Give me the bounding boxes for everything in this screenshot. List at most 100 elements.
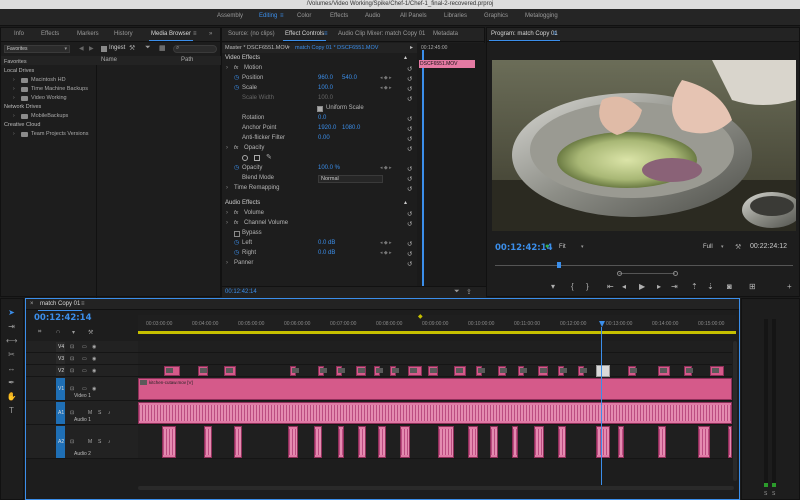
reset-icon[interactable]: ↺	[407, 75, 412, 83]
lock-icon[interactable]: ⊡	[70, 410, 74, 416]
mini-clip[interactable]: DSCF6551.MOV	[419, 60, 475, 68]
audio-clip[interactable]	[558, 426, 566, 458]
chevron-right-icon[interactable]: ›	[226, 185, 228, 191]
playhead-line[interactable]	[422, 50, 424, 298]
panel-menu-icon[interactable]: ≡	[81, 301, 85, 307]
reset-icon[interactable]: ↺	[407, 220, 412, 228]
track-header[interactable]: A1 ⊡ M S ♪ Audio 1	[26, 401, 138, 425]
effect-row[interactable]: ◷ Opacity 100.0 % ◂ ◆ ▸ ↺	[222, 165, 417, 175]
effect-row[interactable]: Anchor Point 1920.0 1080.0 ↺	[222, 125, 417, 135]
zoom-fit-select[interactable]: Fit	[559, 244, 566, 250]
tree-section[interactable]: Favorites	[1, 58, 96, 67]
video-clip[interactable]	[428, 366, 438, 376]
tab-program-monitor[interactable]: Program: match Copy 01	[489, 31, 560, 41]
workspace-audio[interactable]: Audio	[365, 13, 380, 19]
marker-icon[interactable]: ◆	[418, 313, 423, 320]
ingest-checkbox[interactable]	[101, 46, 107, 52]
effect-value[interactable]: 100.0 %	[318, 165, 340, 171]
reset-icon[interactable]: ↺	[407, 250, 412, 258]
reset-icon[interactable]: ↺	[407, 115, 412, 123]
chevron-right-icon[interactable]: ›	[226, 220, 228, 226]
track-lane[interactable]	[138, 341, 732, 353]
effect-row[interactable]: Blend Mode Normal ↺	[222, 175, 417, 185]
lock-icon[interactable]: ⊡	[70, 344, 74, 350]
effect-value[interactable]: 0.0 dB	[318, 240, 335, 246]
chevron-right-icon[interactable]: ›	[226, 260, 228, 266]
tab-info[interactable]: Info	[14, 31, 24, 37]
tab-media-browser[interactable]: Media Browser	[148, 31, 194, 41]
play-icon[interactable]: ▶	[639, 282, 645, 291]
audio-clip[interactable]	[234, 426, 242, 458]
camera-icon[interactable]: ◙	[727, 282, 732, 291]
ellipse-mask-icon[interactable]	[242, 155, 248, 161]
go-to-in-icon[interactable]: ⇤	[607, 282, 614, 291]
track-header[interactable]: V1 ⊡ ▭ ◉ Video 1	[26, 377, 138, 401]
video-clip[interactable]: DSCF	[356, 366, 378, 376]
scroll-up-icon[interactable]: ▴	[404, 199, 407, 206]
tree-section[interactable]: Creative Cloud	[1, 121, 96, 130]
timeline-timecode[interactable]: 00:12:42:14	[34, 313, 92, 323]
extract-icon[interactable]: ⇣	[707, 282, 714, 291]
track-area[interactable]: DSCF kitchen-cutaw.mov [V]	[138, 341, 732, 483]
tab-effects[interactable]: Effects	[41, 31, 59, 37]
tree-folder[interactable]: › Video Working	[1, 94, 96, 103]
reset-icon[interactable]: ↺	[407, 165, 412, 173]
col-name[interactable]: Name	[101, 57, 117, 63]
audio-clip[interactable]	[618, 426, 624, 458]
checkbox[interactable]	[234, 231, 240, 237]
sync-icon[interactable]: ▭	[82, 356, 87, 362]
panel-menu-icon[interactable]: ≡	[324, 31, 328, 37]
stopwatch-icon[interactable]: ◷	[234, 84, 239, 91]
fx-toggle-icon[interactable]: fx	[234, 65, 238, 71]
audio-clip[interactable]	[728, 426, 732, 458]
effect-row[interactable]: Bypass	[222, 230, 417, 240]
tree-section[interactable]: Local Drives	[1, 67, 96, 76]
video-clip[interactable]	[658, 366, 670, 376]
solo-right[interactable]: S	[772, 491, 775, 497]
effect-row[interactable]: › fx Channel Volume ↺	[222, 220, 417, 230]
tree-folder[interactable]: › MobileBackups	[1, 112, 96, 121]
funnel-icon[interactable]: ⏷	[145, 44, 151, 52]
track-header[interactable]: V4 ⊡ ▭ ◉	[26, 341, 138, 353]
keyframe-nav-icon[interactable]: ◂ ◆ ▸	[380, 240, 392, 246]
keyframe-nav-icon[interactable]: ◂ ◆ ▸	[380, 85, 392, 91]
pen-tool-icon[interactable]: ✒	[6, 377, 17, 388]
video-clip[interactable]	[408, 366, 422, 376]
col-path[interactable]: Path	[181, 57, 193, 63]
playhead-marker[interactable]	[557, 262, 561, 268]
reset-icon[interactable]: ↺	[407, 210, 412, 218]
chevron-right-icon[interactable]: ›	[226, 65, 228, 71]
chevron-right-icon[interactable]: ›	[13, 86, 15, 92]
effect-row[interactable]: › fx Volume ↺	[222, 210, 417, 220]
reset-icon[interactable]: ↺	[407, 125, 412, 133]
tab-history[interactable]: History	[114, 31, 133, 37]
horizontal-scrollbar[interactable]	[138, 486, 734, 490]
video-clip[interactable]	[710, 366, 724, 376]
mic-icon[interactable]: ♪	[108, 439, 111, 445]
tab-sequence[interactable]: match Copy 01	[37, 301, 83, 311]
video-clip[interactable]	[390, 366, 399, 376]
ripple-edit-icon[interactable]: ⟷	[6, 335, 17, 346]
add-button-icon[interactable]: +	[787, 282, 792, 291]
wrench-icon[interactable]: ⚒	[129, 44, 135, 52]
workspace-assembly[interactable]: Assembly	[217, 13, 243, 19]
video-clip[interactable]	[290, 366, 299, 376]
workspace-effects[interactable]: Effects	[330, 13, 348, 19]
eye-icon[interactable]: ◉	[92, 386, 96, 392]
mute-button[interactable]: M	[88, 439, 92, 445]
video-clip[interactable]	[476, 366, 485, 376]
track-lane[interactable]	[138, 353, 732, 365]
video-clip[interactable]	[628, 366, 637, 376]
reset-icon[interactable]: ↺	[407, 135, 412, 143]
workspace-menu-icon[interactable]: ≡	[280, 13, 284, 19]
effect-row[interactable]: Uniform Scale	[222, 105, 417, 115]
video-clip[interactable]	[538, 366, 548, 376]
mic-icon[interactable]: ♪	[108, 410, 111, 416]
stopwatch-icon[interactable]: ◷	[234, 249, 239, 256]
audio-clip[interactable]	[468, 426, 478, 458]
effect-value[interactable]: 0.00	[318, 135, 330, 141]
fx-toggle-icon[interactable]: fx	[234, 210, 238, 216]
zoom-handle-left[interactable]	[617, 271, 622, 276]
effect-value[interactable]: 1920.0	[318, 125, 336, 131]
keyframe-nav-icon[interactable]: ◂ ◆ ▸	[380, 250, 392, 256]
